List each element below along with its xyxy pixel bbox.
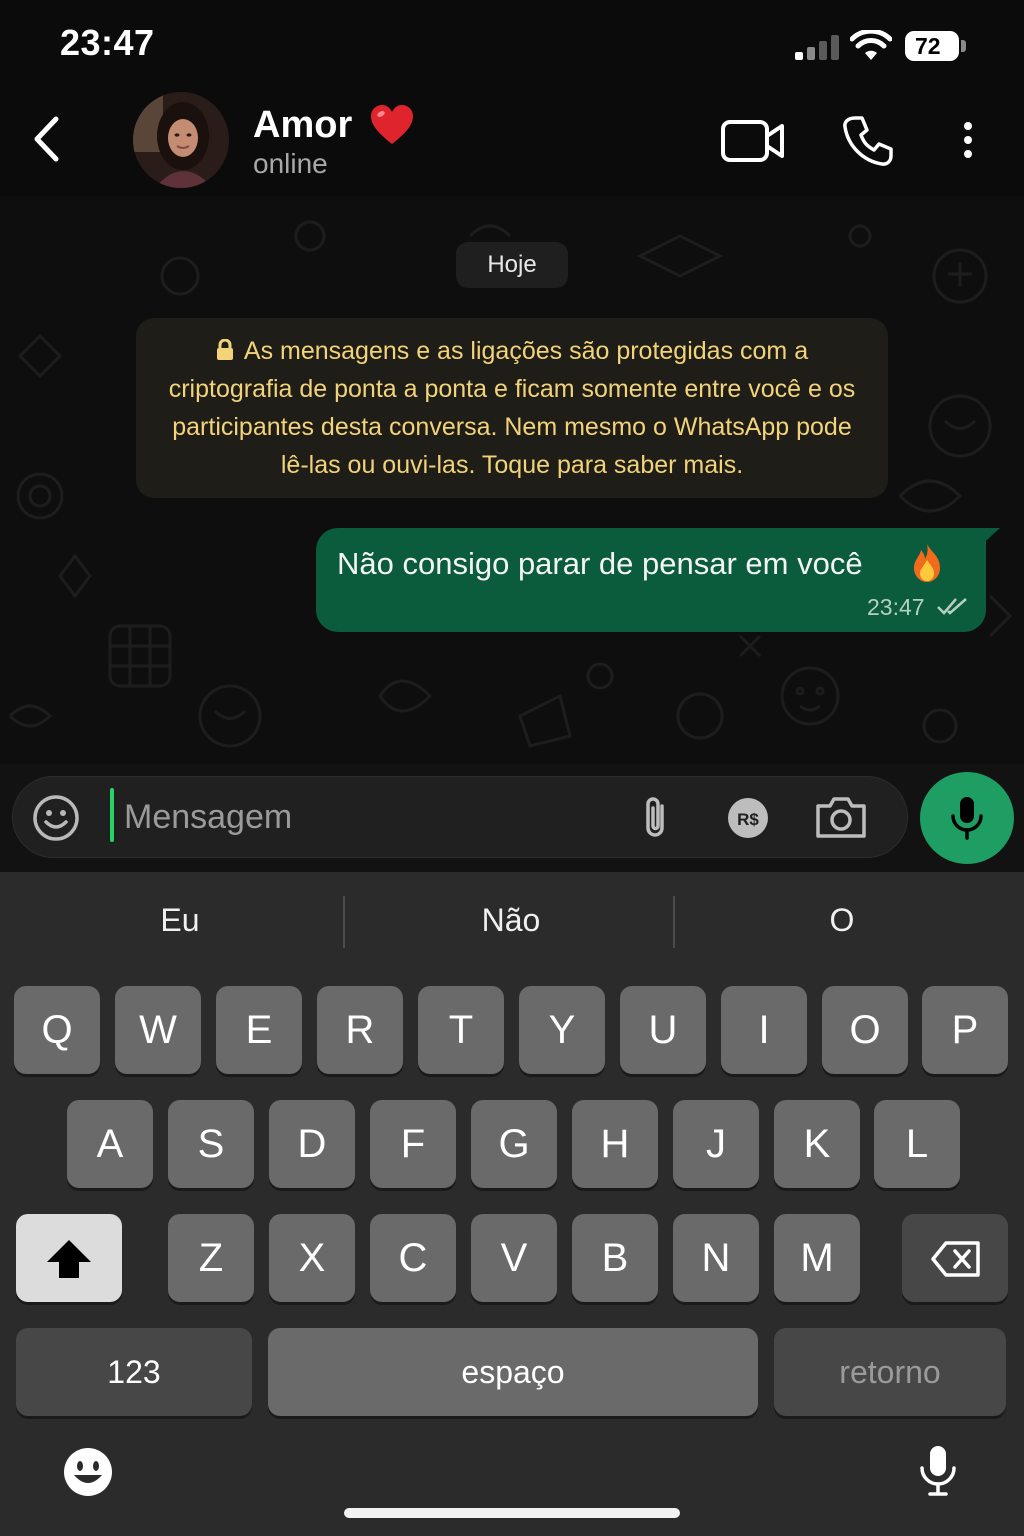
battery-tip [961,40,966,52]
shift-key[interactable] [16,1214,122,1302]
key-h[interactable]: H [572,1100,658,1188]
message-input[interactable] [124,794,604,840]
video-call-icon[interactable] [720,118,786,164]
key-g[interactable]: G [471,1100,557,1188]
backspace-key[interactable] [902,1214,1008,1302]
bubble-tail [978,528,1000,548]
mic-button[interactable] [920,772,1014,864]
key-k[interactable]: K [774,1100,860,1188]
text-caret [110,788,114,842]
composer-bar: R$ [0,764,1024,872]
suggestion-divider [343,896,345,948]
key-q[interactable]: Q [14,986,100,1074]
numbers-key[interactable]: 123 [16,1328,252,1416]
red-heart-icon [371,105,413,144]
avatar-image [133,92,229,188]
keyboard: Eu Não O Q W E R T Y U I O P A S D F G H… [0,872,1024,1536]
key-j[interactable]: J [673,1100,759,1188]
read-ticks-icon [937,598,967,615]
encryption-notice-text: As mensagens e as ligações são protegida… [168,337,856,479]
key-u[interactable]: U [620,986,706,1074]
key-v[interactable]: V [471,1214,557,1302]
key-z[interactable]: Z [168,1214,254,1302]
pix-icon[interactable]: R$ [726,796,770,840]
key-t[interactable]: T [418,986,504,1074]
key-l[interactable]: L [874,1100,960,1188]
more-options-icon[interactable] [956,120,980,160]
wifi-icon [850,30,892,60]
key-c[interactable]: C [370,1214,456,1302]
back-icon[interactable] [28,114,68,164]
key-r[interactable]: R [317,986,403,1074]
key-f[interactable]: F [370,1100,456,1188]
encryption-notice[interactable]: As mensagens e as ligações são protegida… [136,318,888,498]
key-e[interactable]: E [216,986,302,1074]
key-s[interactable]: S [168,1100,254,1188]
message-text: Não consigo parar de pensar em você [337,546,863,581]
message-time: 23:47 [867,594,925,620]
date-chip: Hoje [456,242,568,288]
key-b[interactable]: B [572,1214,658,1302]
lock-icon [216,339,233,360]
status-time: 23:47 [60,22,155,63]
chat-header: Amor online [0,90,1024,196]
contact-name[interactable]: Amor [253,104,352,147]
microphone-icon [951,797,983,840]
camera-icon[interactable] [814,794,868,840]
chat-body[interactable]: Hoje As mensagens e as ligações são prot… [0,196,1024,764]
key-n[interactable]: N [673,1214,759,1302]
battery-indicator: 72 [905,31,959,61]
key-x[interactable]: X [269,1214,355,1302]
key-w[interactable]: W [115,986,201,1074]
keyboard-emoji-icon[interactable] [62,1446,114,1498]
key-i[interactable]: I [721,986,807,1074]
avatar[interactable] [133,92,229,188]
key-y[interactable]: Y [519,986,605,1074]
suggestion-divider [673,896,675,948]
voice-call-icon[interactable] [842,115,894,167]
key-a[interactable]: A [67,1100,153,1188]
dictation-mic-icon[interactable] [918,1444,958,1498]
suggestion-1[interactable]: Eu [15,902,345,939]
shift-icon [47,1240,91,1278]
suggestion-2[interactable]: Não [346,902,676,939]
return-key[interactable]: retorno [774,1328,1006,1416]
svg-text:R$: R$ [737,810,759,829]
key-p[interactable]: P [922,986,1008,1074]
signal-icon [795,34,839,60]
key-d[interactable]: D [269,1100,355,1188]
status-bar: 23:47 72 [0,0,1024,90]
key-m[interactable]: M [774,1214,860,1302]
backspace-icon [931,1241,980,1277]
space-key[interactable]: espaço [268,1328,758,1416]
suggestion-3[interactable]: O [677,902,1007,939]
fire-icon [914,544,940,582]
emoji-icon[interactable] [32,794,80,842]
paperclip-icon[interactable] [636,794,674,842]
contact-status: online [253,148,328,179]
key-o[interactable]: O [822,986,908,1074]
home-indicator[interactable] [344,1508,680,1518]
